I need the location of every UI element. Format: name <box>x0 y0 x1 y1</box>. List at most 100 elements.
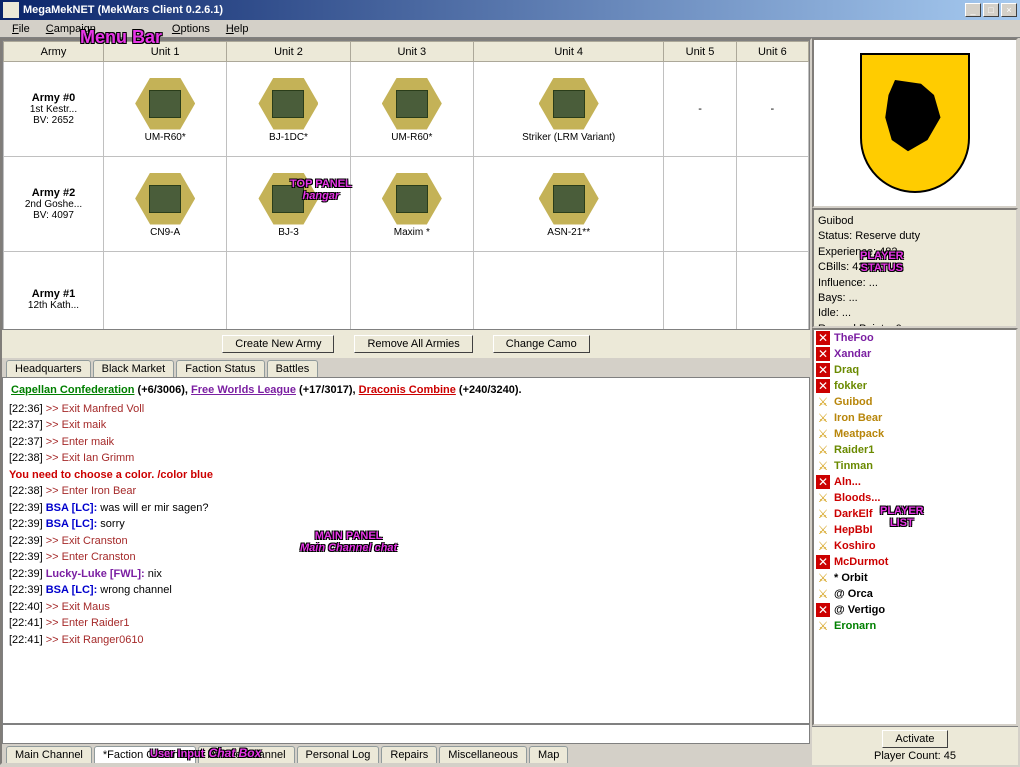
unit-cell[interactable]: Maxim * <box>350 157 473 252</box>
faction-link: (+17/3017), <box>296 384 359 396</box>
tab--faction-channel[interactable]: *Faction Channel <box>94 746 196 763</box>
chat-line: [22:41] >> Exit Ranger0610 <box>9 632 803 649</box>
chat-input[interactable] <box>2 724 810 744</box>
tab-headquarters[interactable]: Headquarters <box>6 360 91 377</box>
unit-cell[interactable]: CN9-A <box>104 157 227 252</box>
player-row[interactable]: ⚔Eronarn <box>814 618 1016 634</box>
menu-options[interactable]: Options <box>164 22 218 36</box>
faction-link[interactable]: Draconis Combine <box>359 384 456 396</box>
unit-cell[interactable]: UM-R60* <box>350 62 473 157</box>
column-header[interactable]: Unit 5 <box>664 42 736 62</box>
unit-cell[interactable]: UM-R60* <box>104 62 227 157</box>
player-row[interactable]: ⚔ Meatpack <box>814 426 1016 442</box>
unit-cell[interactable] <box>350 252 473 331</box>
menu-help[interactable]: Help <box>218 22 257 36</box>
tab-black-market[interactable]: Black Market <box>93 360 175 377</box>
column-header[interactable]: Unit 6 <box>736 42 808 62</box>
column-header[interactable]: Army <box>4 42 104 62</box>
player-row[interactable]: ⚔* Orbit <box>814 570 1016 586</box>
unit-cell[interactable] <box>664 252 736 331</box>
chat-area[interactable]: Capellan Confederation (+6/3006), Free W… <box>2 377 810 724</box>
sword-icon: ✕ <box>816 347 830 361</box>
tab-main-channel[interactable]: Main Channel <box>6 746 92 763</box>
player-row[interactable]: ⚔DarkElf <box>814 506 1016 522</box>
unit-cell[interactable] <box>473 252 663 331</box>
player-row[interactable]: ✕@ Vertigo <box>814 602 1016 618</box>
unit-cell[interactable]: Striker (LRM Variant) <box>473 62 663 157</box>
army-label[interactable]: Army #112th Kath... <box>4 252 104 331</box>
activate-button[interactable]: Activate <box>882 730 947 748</box>
player-row[interactable]: ⚔Iron Bear <box>814 410 1016 426</box>
player-row[interactable]: ⚔Bloods... <box>814 490 1016 506</box>
player-name: McDurmot <box>834 556 888 568</box>
tab-repairs[interactable]: Repairs <box>381 746 437 763</box>
player-row[interactable]: ✕Xandar <box>814 346 1016 362</box>
player-row[interactable]: ⚔Tinman <box>814 458 1016 474</box>
remove-armies-button[interactable]: Remove All Armies <box>354 335 472 353</box>
faction-link[interactable]: Capellan Confederation <box>11 384 134 396</box>
player-list[interactable]: ✕TheFoo✕Xandar✕Draq✕fokker⚔Guibod⚔Iron B… <box>812 328 1018 726</box>
bottom-tab-strip: Main Channel*Faction ChannelPrivate Chan… <box>2 744 810 763</box>
unit-cell[interactable]: BJ-3 <box>227 157 350 252</box>
unit-cell[interactable]: - <box>736 62 808 157</box>
change-camo-button[interactable]: Change Camo <box>493 335 590 353</box>
faction-link: (+240/3240). <box>456 384 522 396</box>
player-name: * Orbit <box>834 572 868 584</box>
player-row[interactable]: ⚔@ Orca <box>814 586 1016 602</box>
player-row[interactable]: ⚔HepBbI <box>814 522 1016 538</box>
player-row[interactable]: ⚔Koshiro <box>814 538 1016 554</box>
unit-cell[interactable]: ASN-21** <box>473 157 663 252</box>
player-name: Meatpack <box>834 428 884 440</box>
menu-campaign[interactable]: Campaign <box>38 22 104 36</box>
maximize-button[interactable]: □ <box>983 3 999 17</box>
minimize-button[interactable]: _ <box>965 3 981 17</box>
menu-file[interactable]: File <box>4 22 38 36</box>
player-row[interactable]: ✕Draq <box>814 362 1016 378</box>
unit-hex-icon <box>258 78 318 130</box>
tab-personal-log[interactable]: Personal Log <box>297 746 380 763</box>
army-label[interactable]: Army #01st Kestr...BV: 2652 <box>4 62 104 157</box>
player-name: TheFoo <box>834 332 874 344</box>
unit-cell[interactable] <box>104 252 227 331</box>
create-army-button[interactable]: Create New Army <box>222 335 334 353</box>
player-name: HepBbI <box>834 524 873 536</box>
chat-line: [22:39] BSA [LC]: was will er mir sagen? <box>9 500 803 517</box>
player-name: Koshiro <box>834 540 876 552</box>
column-header[interactable]: Unit 1 <box>104 42 227 62</box>
player-row[interactable]: ⚔Guibod <box>814 394 1016 410</box>
window-title: MegaMekNET (MekWars Client 0.2.6.1) <box>23 4 965 16</box>
player-row[interactable]: ✕TheFoo <box>814 330 1016 346</box>
tab-private-channel[interactable]: Private Channel <box>198 746 294 763</box>
player-row[interactable]: ⚔Raider1 <box>814 442 1016 458</box>
player-row[interactable]: ✕fokker <box>814 378 1016 394</box>
player-name: Guibod <box>834 396 873 408</box>
unit-cell[interactable]: - <box>664 62 736 157</box>
column-header[interactable]: Unit 4 <box>473 42 663 62</box>
faction-link[interactable]: Free Worlds League <box>191 384 296 396</box>
unit-cell[interactable] <box>227 252 350 331</box>
sword-icon: ⚔ <box>816 427 830 441</box>
unit-hex-icon <box>382 78 442 130</box>
player-row[interactable]: ✕McDurmot <box>814 554 1016 570</box>
column-header[interactable]: Unit 3 <box>350 42 473 62</box>
player-row[interactable]: ✕Aln... <box>814 474 1016 490</box>
shield-icon <box>860 53 970 193</box>
player-name: Draq <box>834 364 859 376</box>
army-label[interactable]: Army #22nd Goshe...BV: 4097 <box>4 157 104 252</box>
close-button[interactable]: × <box>1001 3 1017 17</box>
chat-line: [22:41] >> Enter Raider1 <box>9 615 803 632</box>
unit-cell[interactable] <box>664 157 736 252</box>
tab-map[interactable]: Map <box>529 746 568 763</box>
chat-line: [22:40] >> Exit Maus <box>9 599 803 616</box>
unit-cell[interactable]: BJ-1DC* <box>227 62 350 157</box>
tab-battles[interactable]: Battles <box>267 360 319 377</box>
tab-faction-status[interactable]: Faction Status <box>176 360 264 377</box>
unit-cell[interactable] <box>736 157 808 252</box>
faction-crest <box>812 38 1018 208</box>
column-header[interactable]: Unit 2 <box>227 42 350 62</box>
unit-hex-icon <box>539 78 599 130</box>
unit-cell[interactable] <box>736 252 808 331</box>
unit-hex-icon <box>135 173 195 225</box>
tab-miscellaneous[interactable]: Miscellaneous <box>439 746 527 763</box>
sword-icon: ⚔ <box>816 411 830 425</box>
